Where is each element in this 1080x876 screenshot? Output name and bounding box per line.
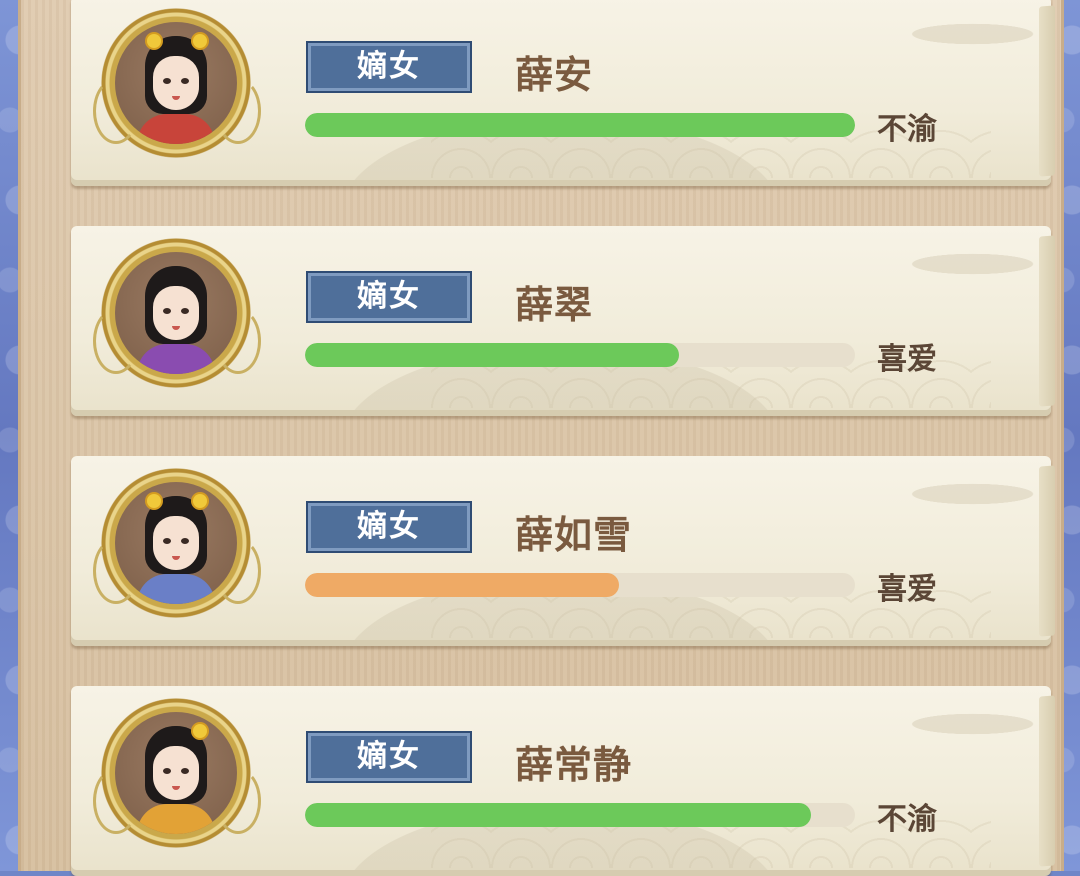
affection-bar <box>305 573 855 597</box>
character-card[interactable]: 嫡女 薛安 不渝 <box>71 0 1051 186</box>
rank-badge: 嫡女 <box>306 271 472 323</box>
affection-bar-fill <box>305 803 811 827</box>
character-card[interactable]: 嫡女 薛翠 喜爱 <box>71 226 1051 416</box>
mood-label: 喜爱 <box>877 342 937 377</box>
affection-bar-fill <box>305 343 679 367</box>
affection-bar <box>305 113 855 137</box>
affection-bar-fill <box>305 573 619 597</box>
avatar-frame[interactable] <box>93 8 261 158</box>
mood-label: 不渝 <box>877 802 937 837</box>
rank-badge: 嫡女 <box>306 41 472 93</box>
robe <box>137 804 215 834</box>
rank-badge: 嫡女 <box>306 501 472 553</box>
affection-bar <box>305 803 855 827</box>
portrait-icon <box>115 482 237 604</box>
rank-badge: 嫡女 <box>306 731 472 783</box>
avatar-frame[interactable] <box>93 698 261 848</box>
character-card[interactable]: 嫡女 薛如雪 喜爱 <box>71 456 1051 646</box>
mood-label: 喜爱 <box>877 572 937 607</box>
portrait-icon <box>115 22 237 144</box>
avatar-frame[interactable] <box>93 468 261 618</box>
character-name: 薛常静 <box>515 743 633 787</box>
avatar-frame[interactable] <box>93 238 261 388</box>
character-list-panel[interactable]: 嫡女 薛安 不渝 嫡女 薛翠 喜爱 嫡女 薛如雪 喜爱 嫡女 薛常静 不渝 <box>18 0 1064 876</box>
portrait-icon <box>115 712 237 834</box>
character-card[interactable]: 嫡女 薛常静 不渝 <box>71 686 1051 876</box>
character-name: 薛如雪 <box>515 513 633 557</box>
affection-bar <box>305 343 855 367</box>
character-name: 薛安 <box>515 53 594 97</box>
robe <box>137 114 215 144</box>
character-name: 薛翠 <box>515 283 594 327</box>
portrait-icon <box>115 252 237 374</box>
mood-label: 不渝 <box>877 112 937 147</box>
robe <box>137 574 215 604</box>
robe <box>137 344 215 374</box>
affection-bar-fill <box>305 113 855 137</box>
